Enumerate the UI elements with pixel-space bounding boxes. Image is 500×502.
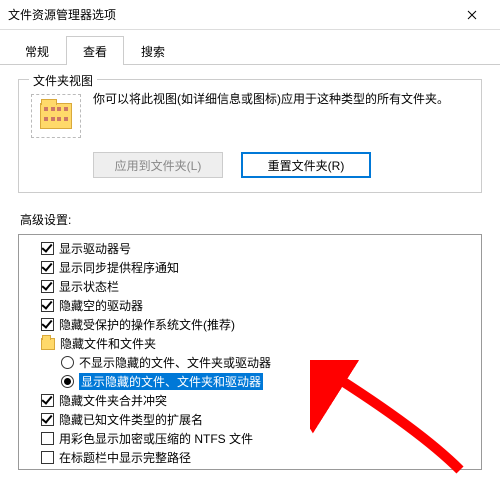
checkbox[interactable]	[41, 318, 54, 331]
tree-item[interactable]: 隐藏文件和文件夹	[35, 334, 479, 353]
close-icon	[467, 10, 477, 20]
tree-item[interactable]: 显示隐藏的文件、文件夹和驱动器	[55, 372, 479, 391]
checkbox[interactable]	[41, 299, 54, 312]
folder-preview-icon	[31, 94, 81, 138]
tree-item[interactable]: 隐藏受保护的操作系统文件(推荐)	[35, 315, 479, 334]
tree-item[interactable]: 显示同步提供程序通知	[35, 258, 479, 277]
tree-item[interactable]: 在标题栏中显示完整路径	[35, 448, 479, 467]
checkbox[interactable]	[41, 242, 54, 255]
tree-item-label: 显示状态栏	[59, 278, 119, 295]
checkbox[interactable]	[41, 394, 54, 407]
tree-item-label: 隐藏受保护的操作系统文件(推荐)	[59, 316, 235, 333]
group-description: 你可以将此视图(如详细信息或图标)应用于这种类型的所有文件夹。	[93, 90, 469, 108]
tree-item-label: 用彩色显示加密或压缩的 NTFS 文件	[59, 430, 253, 447]
radio[interactable]	[61, 375, 74, 388]
tree-item-label: 隐藏已知文件类型的扩展名	[59, 411, 203, 428]
tree-item[interactable]: 用彩色显示加密或压缩的 NTFS 文件	[35, 429, 479, 448]
tree-item[interactable]: 隐藏文件夹合并冲突	[35, 391, 479, 410]
tree-item[interactable]: 隐藏空的驱动器	[35, 296, 479, 315]
tree-item-label: 隐藏文件夹合并冲突	[59, 392, 167, 409]
tree-item[interactable]: 显示状态栏	[35, 277, 479, 296]
advanced-settings-label: 高级设置:	[20, 211, 482, 228]
advanced-settings-tree[interactable]: 显示驱动器号显示同步提供程序通知显示状态栏隐藏空的驱动器隐藏受保护的操作系统文件…	[18, 234, 482, 470]
radio[interactable]	[61, 356, 74, 369]
tab-content: 文件夹视图 你可以将此视图(如详细信息或图标)应用于这种类型的所有文件夹。 应用…	[0, 65, 500, 484]
reset-folders-button[interactable]: 重置文件夹(R)	[241, 152, 371, 178]
tree-item-label: 显示驱动器号	[59, 240, 131, 257]
checkbox[interactable]	[41, 451, 54, 464]
tree-item[interactable]: 显示驱动器号	[35, 239, 479, 258]
tab-general[interactable]: 常规	[8, 36, 66, 65]
tree-item[interactable]: 在单独的进程中打开文件夹窗口	[35, 467, 479, 470]
checkbox[interactable]	[41, 432, 54, 445]
tree-item[interactable]: 不显示隐藏的文件、文件夹或驱动器	[55, 353, 479, 372]
group-title: 文件夹视图	[29, 72, 97, 89]
tree-item-label: 在标题栏中显示完整路径	[59, 449, 191, 466]
tree-item-label: 隐藏文件和文件夹	[60, 335, 156, 352]
apply-to-folders-button[interactable]: 应用到文件夹(L)	[93, 152, 223, 178]
tree-item-label: 不显示隐藏的文件、文件夹或驱动器	[79, 354, 271, 371]
tree-item-label: 显示同步提供程序通知	[59, 259, 179, 276]
folder-views-group: 文件夹视图 你可以将此视图(如详细信息或图标)应用于这种类型的所有文件夹。 应用…	[18, 79, 482, 193]
tree-item-label: 显示隐藏的文件、文件夹和驱动器	[79, 373, 263, 390]
close-button[interactable]	[452, 1, 492, 29]
window-title: 文件资源管理器选项	[8, 6, 452, 23]
folder-icon	[41, 338, 55, 350]
checkbox[interactable]	[41, 413, 54, 426]
titlebar: 文件资源管理器选项	[0, 0, 500, 30]
tree-item[interactable]: 隐藏已知文件类型的扩展名	[35, 410, 479, 429]
tab-search[interactable]: 搜索	[124, 36, 182, 65]
checkbox[interactable]	[41, 261, 54, 274]
tab-strip: 常规 查看 搜索	[0, 30, 500, 65]
tab-view[interactable]: 查看	[66, 36, 124, 65]
tree-item-label: 隐藏空的驱动器	[59, 297, 143, 314]
tree-item-label: 在单独的进程中打开文件夹窗口	[59, 468, 227, 470]
checkbox[interactable]	[41, 280, 54, 293]
